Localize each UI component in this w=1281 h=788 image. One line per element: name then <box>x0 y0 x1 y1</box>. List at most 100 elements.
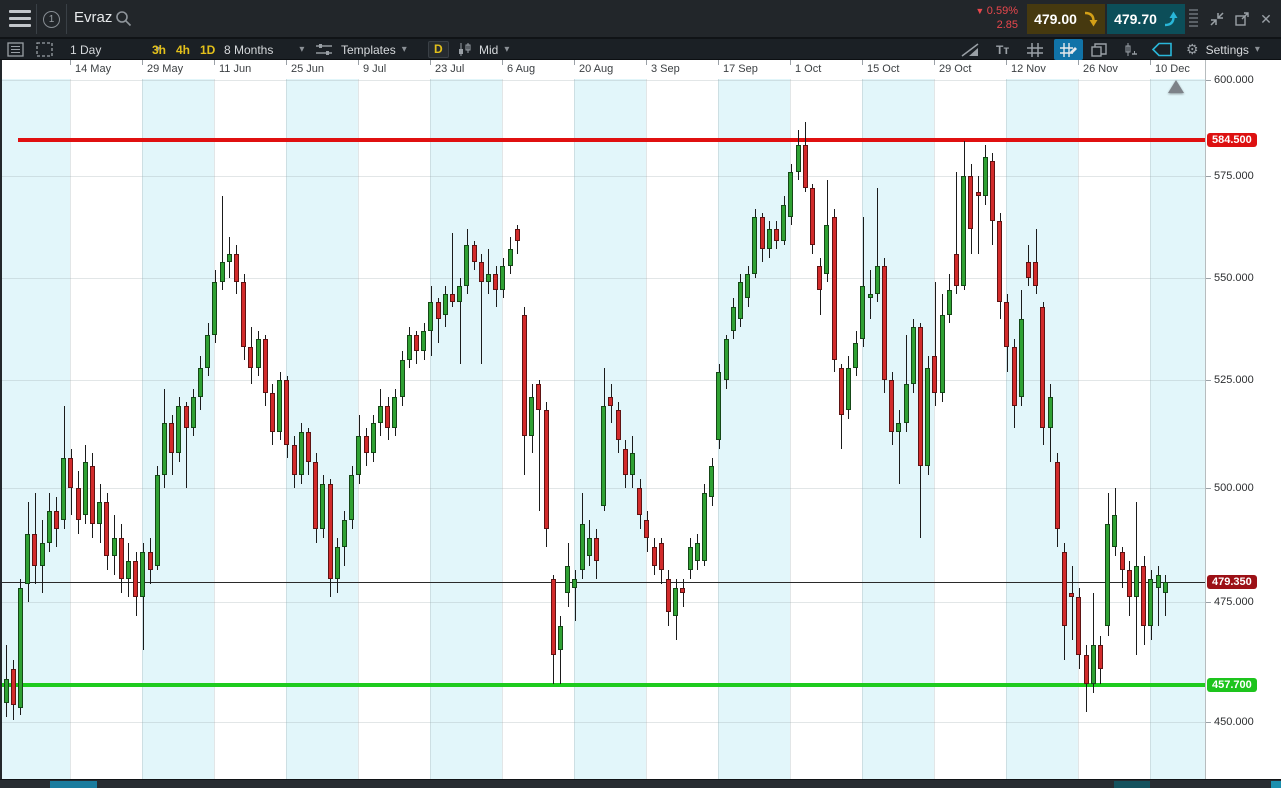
date-tick <box>286 60 287 65</box>
vertical-gridline <box>1150 79 1151 779</box>
date-tick <box>790 60 791 65</box>
scrollbar-segment[interactable] <box>50 781 97 788</box>
resistance-line[interactable] <box>18 138 1205 142</box>
candle <box>745 273 750 299</box>
date-tick <box>1078 60 1079 65</box>
candle <box>241 282 246 348</box>
collapse-window-icon[interactable] <box>1205 7 1229 31</box>
date-tick <box>862 60 863 65</box>
open-in-new-window-icon[interactable] <box>1230 7 1254 31</box>
candle <box>320 483 325 530</box>
vertical-gridline <box>1006 79 1007 779</box>
candle <box>954 253 959 287</box>
scrollbar-segment[interactable] <box>1114 781 1150 788</box>
date-tick-label: 25 Jun <box>291 63 325 75</box>
candle <box>580 524 585 571</box>
date-axis: 14 May 29 May 11 Jun 25 Jun 9 Jul 23 Jul 6 Aug… <box>0 60 1205 79</box>
draw-grid-tool-icon[interactable] <box>1054 39 1083 60</box>
candle <box>796 145 801 173</box>
support-line[interactable] <box>0 683 1205 687</box>
drag-handle-icon[interactable] <box>1189 9 1198 29</box>
date-tick-label: 29 May <box>147 63 184 75</box>
week-band <box>286 79 358 779</box>
week-band <box>646 79 718 779</box>
triangle-down-icon <box>975 5 986 17</box>
candle <box>997 220 1002 303</box>
close-icon[interactable] <box>1254 7 1278 31</box>
candle <box>112 538 117 557</box>
layers-icon[interactable] <box>1090 39 1108 60</box>
week-band <box>430 79 502 779</box>
quick-period-3h[interactable]: 3h <box>152 39 166 60</box>
date-tick <box>142 60 143 65</box>
candle <box>781 204 786 242</box>
time-scrollbar[interactable] <box>0 779 1281 788</box>
candle <box>752 216 757 274</box>
hamburger-menu-icon[interactable] <box>9 10 31 28</box>
candle <box>436 302 441 319</box>
candle <box>263 339 268 393</box>
chart-canvas[interactable]: 14 May 29 May 11 Jun 25 Jun 9 Jul 23 Jul 6 Aug… <box>0 60 1205 779</box>
date-tick <box>70 60 71 65</box>
candle <box>385 405 390 428</box>
candle <box>292 444 297 476</box>
vertical-gridline <box>142 79 143 779</box>
period-dropdown[interactable]: 1 Day <box>70 39 160 60</box>
price-axis[interactable]: 600.000 575.000 550.000 525.000 500.000 475.0… <box>1205 60 1281 779</box>
price-tick-label: 525.000 <box>1214 374 1254 386</box>
text-tool-icon[interactable] <box>996 39 1009 60</box>
candle-style-icon[interactable] <box>456 39 474 60</box>
scrollbar-segment[interactable] <box>1271 781 1281 788</box>
templates-dropdown[interactable]: Templates <box>341 39 407 60</box>
date-tick-label: 9 Jul <box>363 63 387 75</box>
candle <box>522 314 527 437</box>
candle <box>155 475 160 566</box>
search-icon[interactable] <box>115 10 132 27</box>
candle <box>896 423 901 432</box>
indicator-settings-icon[interactable] <box>315 39 333 60</box>
candle <box>54 510 59 530</box>
pattern-tool-icon[interactable] <box>1122 39 1140 60</box>
grid-tool-icon[interactable] <box>1026 39 1044 60</box>
price-tick <box>1206 380 1211 381</box>
date-tick-label: 26 Nov <box>1083 63 1118 75</box>
candle <box>83 462 88 516</box>
buy-price-button[interactable]: 479.70 <box>1107 4 1185 34</box>
account-one-icon[interactable]: 1 <box>43 11 60 28</box>
range-dropdown[interactable]: 8 Months <box>224 39 304 60</box>
candle <box>500 265 505 291</box>
quote-panel-icon[interactable] <box>7 39 24 60</box>
layout-grid-icon[interactable] <box>36 39 53 60</box>
candle <box>270 392 275 432</box>
week-band <box>214 79 286 779</box>
price-mode-dropdown[interactable]: Mid <box>479 39 509 60</box>
candle <box>162 423 167 476</box>
trendline-tool-icon[interactable] <box>960 39 980 60</box>
candle <box>637 488 642 516</box>
label-tool-icon[interactable] <box>1150 39 1174 60</box>
candle <box>90 466 95 525</box>
candle <box>299 431 304 476</box>
vertical-gridline <box>502 79 503 779</box>
candle <box>536 384 541 411</box>
quick-period-1d[interactable]: 1D <box>200 39 215 60</box>
week-band <box>790 79 862 779</box>
support-price-badge: 457.700 <box>1207 678 1257 692</box>
candle <box>486 273 491 283</box>
candle <box>853 343 858 368</box>
date-tick-label: 6 Aug <box>507 63 536 75</box>
candle <box>61 457 66 520</box>
candle <box>1156 574 1161 589</box>
candle <box>680 588 685 593</box>
candle <box>1033 261 1038 287</box>
candle <box>508 249 513 266</box>
candle <box>817 265 822 291</box>
sell-price-button[interactable]: 479.00 <box>1027 4 1105 34</box>
candle <box>702 492 707 561</box>
last-price-line[interactable] <box>0 582 1205 583</box>
scroll-to-latest-marker[interactable] <box>1168 80 1184 93</box>
candle <box>594 538 599 561</box>
resolution-button[interactable]: D <box>428 39 449 60</box>
settings-button[interactable]: Settings <box>1186 39 1260 60</box>
quick-period-4h[interactable]: 4h <box>176 39 190 60</box>
